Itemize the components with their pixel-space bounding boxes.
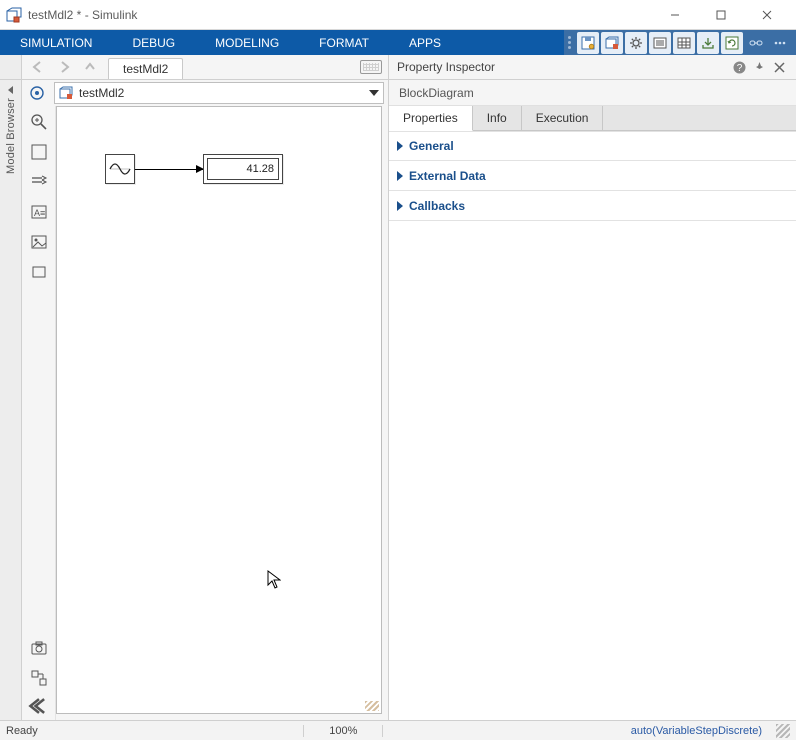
inspector-tab-execution[interactable]: Execution: [522, 106, 604, 130]
minimize-button[interactable]: [652, 0, 698, 30]
more-icon[interactable]: [769, 32, 791, 54]
expand-right-icon: [8, 86, 13, 94]
chevron-right-icon: [397, 171, 403, 181]
annotation-text-icon[interactable]: A≡: [27, 200, 51, 224]
section-label: Callbacks: [409, 199, 465, 213]
quick-access-toolbar: [564, 30, 796, 55]
refresh-boxed-icon[interactable]: [721, 32, 743, 54]
section-callbacks[interactable]: Callbacks: [389, 191, 796, 221]
tab-modeling[interactable]: MODELING: [195, 30, 299, 55]
breadcrumb-text: testMdl2: [79, 86, 124, 100]
collapse-palette-icon[interactable]: [27, 696, 51, 716]
maximize-button[interactable]: [698, 0, 744, 30]
section-external-data[interactable]: External Data: [389, 161, 796, 191]
resize-grip-icon: [365, 701, 379, 711]
signal-line[interactable]: [135, 169, 203, 170]
svg-text:A≡: A≡: [34, 208, 45, 218]
close-button[interactable]: [744, 0, 790, 30]
tab-apps[interactable]: APPS: [389, 30, 461, 55]
breadcrumb-row: testMdl2: [22, 80, 388, 106]
image-icon[interactable]: [27, 230, 51, 254]
nav-forward-button[interactable]: [52, 57, 76, 77]
toggle-perspective-icon[interactable]: [27, 170, 51, 194]
main-area: Model Browser testMdl2 A≡: [0, 80, 796, 720]
tab-format[interactable]: FORMAT: [299, 30, 389, 55]
list-outline-icon[interactable]: [649, 32, 671, 54]
save-icon[interactable]: [577, 32, 599, 54]
canvas-wrap: A≡ 41.28: [22, 106, 388, 720]
breadcrumb[interactable]: testMdl2: [54, 82, 384, 104]
download-tray-icon[interactable]: [697, 32, 719, 54]
nav-back-button[interactable]: [26, 57, 50, 77]
section-general[interactable]: General: [389, 131, 796, 161]
section-label: External Data: [409, 169, 486, 183]
model-icon: [59, 86, 73, 100]
property-inspector: BlockDiagram Properties Info Execution G…: [388, 80, 796, 720]
gear-icon[interactable]: [625, 32, 647, 54]
resize-grip-icon: [776, 724, 790, 738]
model-browser-label: Model Browser: [5, 98, 17, 174]
inspector-subject: BlockDiagram: [389, 80, 796, 106]
svg-text:?: ?: [736, 63, 742, 74]
inspector-title: Property Inspector: [397, 60, 728, 74]
status-bar: Ready 100% auto(VariableStepDiscrete): [0, 720, 796, 740]
inspector-body: General External Data Callbacks: [389, 131, 796, 720]
canvas-palette: A≡: [22, 106, 56, 720]
navigation-row: testMdl2 Property Inspector ?: [0, 55, 796, 80]
fit-to-view-icon[interactable]: [27, 140, 51, 164]
model-canvas[interactable]: 41.28: [56, 106, 382, 714]
area-box-icon[interactable]: [27, 260, 51, 284]
tab-debug[interactable]: DEBUG: [112, 30, 195, 55]
nav-buttons: [22, 55, 106, 79]
solver-link[interactable]: auto(VariableStepDiscrete): [621, 725, 772, 737]
inspector-tab-info[interactable]: Info: [473, 106, 522, 130]
inspector-tabs: Properties Info Execution: [389, 106, 796, 131]
zoom-icon[interactable]: [27, 110, 51, 134]
display-value: 41.28: [207, 158, 279, 180]
inspector-header: Property Inspector ?: [388, 55, 796, 79]
display-block[interactable]: 41.28: [203, 154, 283, 184]
nav-up-button[interactable]: [78, 57, 102, 77]
model-browser-panel[interactable]: Model Browser: [0, 80, 22, 720]
tab-simulation[interactable]: SIMULATION: [0, 30, 112, 55]
model-tab-active[interactable]: testMdl2: [108, 58, 183, 79]
model-reference-icon[interactable]: [27, 666, 51, 690]
toolstrip: SIMULATION DEBUG MODELING FORMAT APPS: [0, 30, 796, 55]
link-icon[interactable]: [745, 32, 767, 54]
chevron-down-icon: [369, 90, 379, 96]
canvas-column: testMdl2 A≡: [22, 80, 388, 720]
open-with-badge-icon[interactable]: [601, 32, 623, 54]
section-label: General: [409, 139, 454, 153]
zoom-level[interactable]: 100%: [303, 725, 383, 737]
window-title: testMdl2 * - Simulink: [28, 8, 137, 22]
quickbar-handle-icon[interactable]: [568, 36, 574, 49]
chevron-right-icon: [397, 141, 403, 151]
window-titlebar: testMdl2 * - Simulink: [0, 0, 796, 30]
inspector-tab-properties[interactable]: Properties: [389, 106, 473, 131]
model-tabs: testMdl2: [106, 55, 183, 79]
model-hierarchy-icon[interactable]: [26, 82, 48, 104]
close-panel-icon[interactable]: [770, 58, 788, 76]
keyboard-shortcuts-icon[interactable]: [360, 60, 382, 74]
sine-wave-block[interactable]: [105, 154, 135, 184]
screenshot-icon[interactable]: [27, 636, 51, 660]
mouse-cursor-icon: [267, 570, 281, 590]
status-text: Ready: [6, 725, 66, 737]
chevron-right-icon: [397, 201, 403, 211]
pin-icon[interactable]: [750, 58, 768, 76]
app-icon: [6, 7, 22, 23]
grid-icon[interactable]: [673, 32, 695, 54]
help-icon[interactable]: ?: [730, 58, 748, 76]
